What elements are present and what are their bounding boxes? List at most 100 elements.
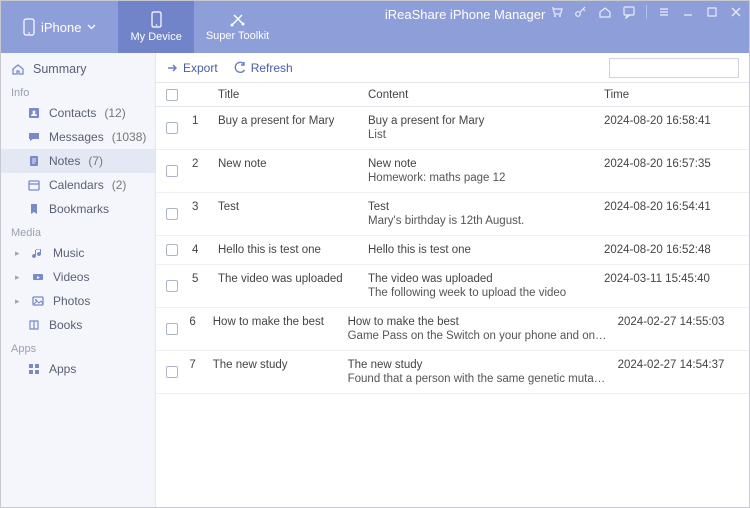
row-title: How to make the best <box>213 316 348 342</box>
sidebar-label: Music <box>53 246 84 260</box>
sidebar-label: Videos <box>53 270 89 284</box>
menu-icon[interactable] <box>657 5 671 19</box>
sidebar-item-apps[interactable]: Apps <box>1 357 155 381</box>
refresh-icon <box>234 61 247 74</box>
app-window: iPhone My Device Super Toolkit iReaShare… <box>0 0 750 508</box>
row-index: 2 <box>192 158 218 184</box>
table-row[interactable]: 4Hello this is test oneHello this is tes… <box>156 236 749 265</box>
button-label: Export <box>183 61 218 75</box>
row-index: 4 <box>192 244 218 256</box>
row-time: 2024-08-20 16:54:41 <box>604 201 739 227</box>
search-input[interactable] <box>614 62 750 74</box>
chevron-right-icon: ▸ <box>15 248 23 259</box>
row-title: Buy a present for Mary <box>218 115 368 141</box>
cart-icon[interactable] <box>550 5 564 19</box>
row-time: 2024-02-27 14:54:37 <box>618 359 739 385</box>
sidebar-count: (2) <box>112 178 127 192</box>
sidebar-item-videos[interactable]: ▸ Videos <box>1 265 155 289</box>
table-header: Title Content Time <box>156 83 749 107</box>
device-selector[interactable]: iPhone <box>1 1 118 53</box>
row-title: Test <box>218 201 368 227</box>
toolbar: Export Refresh <box>156 53 749 83</box>
column-title[interactable]: Title <box>218 89 368 101</box>
sidebar-item-messages[interactable]: Messages (1038) <box>1 125 155 149</box>
sidebar-label: Notes <box>49 154 80 168</box>
row-index: 6 <box>189 316 212 342</box>
titlebar: iPhone My Device Super Toolkit iReaShare… <box>1 1 749 53</box>
row-index: 3 <box>192 201 218 227</box>
sidebar-count: (12) <box>104 106 125 120</box>
tab-my-device[interactable]: My Device <box>118 1 193 53</box>
table-row[interactable]: 5The video was uploadedThe video was upl… <box>156 265 749 308</box>
sidebar-label: Messages <box>49 130 104 144</box>
sidebar-group-info: Info <box>1 81 155 101</box>
tab-label: Super Toolkit <box>206 30 269 42</box>
video-icon <box>31 270 45 284</box>
phone-icon <box>23 18 35 36</box>
tools-icon <box>229 12 247 28</box>
sidebar-item-contacts[interactable]: Contacts (12) <box>1 101 155 125</box>
chevron-right-icon: ▸ <box>15 296 23 307</box>
chevron-right-icon: ▸ <box>15 272 23 283</box>
row-content: Buy a present for MaryList <box>368 115 604 141</box>
sidebar-item-photos[interactable]: ▸ Photos <box>1 289 155 313</box>
notes-icon <box>27 154 41 168</box>
nav-tabs: My Device Super Toolkit <box>118 1 281 53</box>
select-all-checkbox[interactable] <box>166 89 178 101</box>
row-checkbox[interactable] <box>166 122 178 134</box>
row-checkbox[interactable] <box>166 280 178 292</box>
bookmark-icon <box>27 202 41 216</box>
table-row[interactable]: 2New noteNew noteHomework: maths page 12… <box>156 150 749 193</box>
calendar-icon <box>27 178 41 192</box>
sidebar: Summary Info Contacts (12) Messages (103… <box>1 53 156 507</box>
row-checkbox[interactable] <box>166 208 178 220</box>
window-controls <box>550 5 743 19</box>
sidebar-item-notes[interactable]: Notes (7) <box>1 149 155 173</box>
export-button[interactable]: Export <box>166 61 218 75</box>
sidebar-item-music[interactable]: ▸ Music <box>1 241 155 265</box>
row-content: How to make the bestGame Pass on the Swi… <box>348 316 618 342</box>
feedback-icon[interactable] <box>622 5 636 19</box>
tab-super-toolkit[interactable]: Super Toolkit <box>194 1 281 53</box>
search-box[interactable] <box>609 58 739 78</box>
close-icon[interactable] <box>729 5 743 19</box>
row-checkbox[interactable] <box>166 366 178 378</box>
device-label: iPhone <box>41 20 81 35</box>
row-title: New note <box>218 158 368 184</box>
table-row[interactable]: 6How to make the bestHow to make the bes… <box>156 308 749 351</box>
row-content: Hello this is test one <box>368 244 604 256</box>
minimize-icon[interactable] <box>681 5 695 19</box>
row-content: TestMary's birthday is 12th August. <box>368 201 604 227</box>
sidebar-count: (1038) <box>112 130 147 144</box>
column-time[interactable]: Time <box>604 89 739 101</box>
row-time: 2024-08-20 16:57:35 <box>604 158 739 184</box>
home-icon[interactable] <box>598 5 612 19</box>
table-row[interactable]: 1Buy a present for MaryBuy a present for… <box>156 107 749 150</box>
sidebar-item-bookmarks[interactable]: Bookmarks <box>1 197 155 221</box>
row-checkbox[interactable] <box>166 244 178 256</box>
table-row[interactable]: 3TestTestMary's birthday is 12th August.… <box>156 193 749 236</box>
sidebar-label: Bookmarks <box>49 202 109 216</box>
sidebar-label: Summary <box>33 62 86 76</box>
home-icon <box>11 62 25 76</box>
photo-icon <box>31 294 45 308</box>
row-index: 5 <box>192 273 218 299</box>
sidebar-item-books[interactable]: Books <box>1 313 155 337</box>
sidebar-item-summary[interactable]: Summary <box>1 57 155 81</box>
row-checkbox[interactable] <box>166 323 178 335</box>
table-row[interactable]: 7The new studyThe new studyFound that a … <box>156 351 749 394</box>
button-label: Refresh <box>251 61 293 75</box>
apps-icon <box>27 362 41 376</box>
row-checkbox[interactable] <box>166 165 178 177</box>
row-time: 2024-08-20 16:58:41 <box>604 115 739 141</box>
export-icon <box>166 62 179 74</box>
table-body: 1Buy a present for MaryBuy a present for… <box>156 107 749 507</box>
row-index: 7 <box>189 359 212 385</box>
column-content[interactable]: Content <box>368 89 604 101</box>
row-time: 2024-03-11 15:45:40 <box>604 273 739 299</box>
sidebar-item-calendars[interactable]: Calendars (2) <box>1 173 155 197</box>
row-time: 2024-08-20 16:52:48 <box>604 244 739 256</box>
key-icon[interactable] <box>574 5 588 19</box>
refresh-button[interactable]: Refresh <box>234 61 293 75</box>
maximize-icon[interactable] <box>705 5 719 19</box>
